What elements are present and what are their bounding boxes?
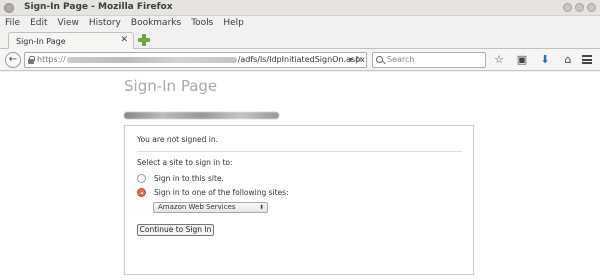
menu-bookmarks[interactable]: Bookmarks (131, 16, 181, 30)
hamburger-menu-icon[interactable] (582, 55, 592, 64)
menu-history[interactable]: History (89, 16, 121, 30)
radio-other-sites[interactable] (137, 188, 146, 197)
window-title: Sign-In Page - Mozilla Firefox (24, 2, 173, 12)
select-arrows-icon: ⬍ (258, 204, 264, 211)
selected-site: Amazon Web Services (158, 203, 236, 211)
tab-close-icon[interactable]: ✕ (120, 35, 128, 45)
toolbar-icons: ☆ ▣ ⬇ ⌂ (492, 52, 575, 68)
relying-party-select[interactable]: Amazon Web Services ⬍ (153, 202, 268, 213)
url-bar[interactable]: https:// /adfs/ls/IdpInitiatedSignOn.aspx… (24, 52, 367, 68)
tab-sign-in-page[interactable]: Sign-In Page ✕ (8, 32, 134, 50)
firefox-window: Sign-In Page - Mozilla Firefox File Edit… (0, 0, 600, 280)
menu-file[interactable]: File (5, 16, 20, 30)
close-window-icon[interactable] (4, 3, 14, 13)
tab-label: Sign-In Page (16, 37, 66, 46)
menu-view[interactable]: View (58, 16, 79, 30)
search-icon (376, 56, 383, 63)
close-icon[interactable] (587, 3, 596, 12)
option-other-sites-row[interactable]: Sign in to one of the following sites: (137, 188, 289, 197)
option-other-sites-label[interactable]: Sign in to one of the following sites: (154, 188, 289, 197)
back-arrow-icon[interactable]: ← (5, 52, 21, 68)
continue-to-sign-in-button[interactable]: Continue to Sign In (137, 224, 214, 236)
organization-name-redacted (124, 112, 279, 119)
minimize-icon[interactable] (563, 3, 572, 12)
home-icon[interactable]: ⌂ (561, 52, 575, 68)
menu-help[interactable]: Help (223, 16, 244, 30)
page-title: Sign-In Page (124, 77, 218, 95)
divider (137, 151, 462, 152)
url-scheme: https:// (37, 55, 66, 64)
menu-edit[interactable]: Edit (30, 16, 47, 30)
reload-icon[interactable]: ↻ (355, 55, 362, 64)
reading-list-icon[interactable]: ▣ (515, 52, 529, 68)
option-this-site-label[interactable]: Sign in to this site. (154, 174, 224, 183)
search-placeholder: Search (387, 55, 415, 64)
window-controls-left (4, 3, 14, 13)
tab-bar: Sign-In Page ✕ (0, 30, 600, 50)
maximize-icon[interactable] (575, 3, 584, 12)
bookmark-star-icon[interactable]: ☆ (492, 52, 506, 68)
search-input[interactable]: Search (372, 52, 486, 68)
radio-this-site[interactable] (137, 174, 146, 183)
web-page: Sign-In Page You are not signed in. Sele… (0, 72, 600, 280)
site-select-prompt: Select a site to sign in to: (137, 158, 233, 167)
menu-bar: File Edit View History Bookmarks Tools H… (0, 16, 600, 30)
download-icon[interactable]: ⬇ (538, 52, 552, 68)
url-dropdown-icon[interactable]: ▾ (349, 55, 353, 64)
navigation-bar: ← https:// /adfs/ls/IdpInitiatedSignOn.as… (0, 49, 600, 71)
sign-in-panel: You are not signed in. Select a site to … (124, 125, 474, 275)
url-path: /adfs/ls/IdpInitiatedSignOn.aspx (237, 55, 365, 64)
new-tab-icon[interactable] (138, 34, 150, 46)
window-controls-right (563, 3, 596, 12)
sign-in-status: You are not signed in. (137, 135, 218, 144)
title-bar: Sign-In Page - Mozilla Firefox (0, 0, 600, 16)
url-controls: ▾ ↻ (349, 53, 362, 67)
lock-icon[interactable] (28, 56, 35, 64)
option-this-site-row[interactable]: Sign in to this site. (137, 174, 224, 183)
url-host-redacted (66, 56, 237, 63)
menu-tools[interactable]: Tools (191, 16, 213, 30)
